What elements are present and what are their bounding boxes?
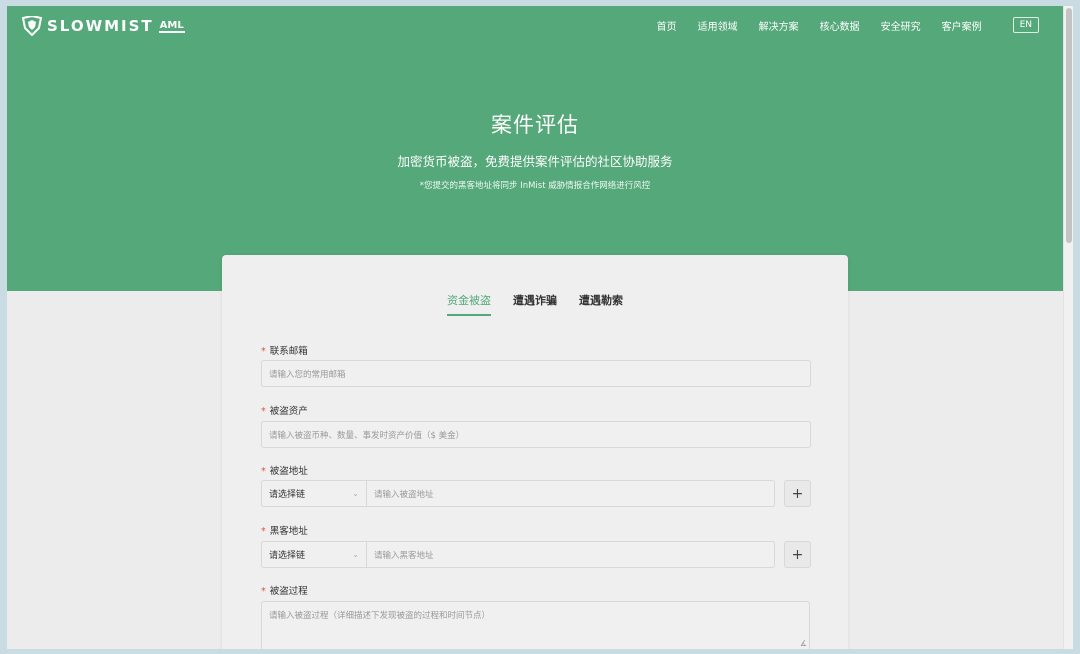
add-stolen-address-button[interactable]: + xyxy=(784,480,811,507)
assets-label: * 被盗资产 xyxy=(261,403,308,417)
required-mark: * xyxy=(261,466,266,477)
required-mark: * xyxy=(261,586,266,597)
resize-handle-icon[interactable]: ∡ xyxy=(800,639,807,648)
hacker-address-label: * 黑客地址 xyxy=(261,523,308,537)
top-nav: 首页 适用领域 解决方案 核心数据 安全研究 客户案例 EN xyxy=(636,17,1039,33)
logo-text: SLOWMIST xyxy=(47,17,154,35)
page-note: *您提交的黑客地址将同步 InMist 威胁情报合作网络进行风控 xyxy=(419,181,651,191)
hacker-address-label-text: 黑客地址 xyxy=(269,526,308,537)
tab-scam[interactable]: 遭遇诈骗 xyxy=(513,292,557,316)
nav-item-solutions[interactable]: 解决方案 xyxy=(759,18,799,33)
required-mark: * xyxy=(261,526,266,537)
assets-field[interactable]: 请输入被盗币种、数量、事发时资产价值（$ 美金） xyxy=(261,421,811,448)
stolen-address-input[interactable]: 请输入被盗地址 xyxy=(366,480,775,507)
page-subtitle: 加密货币被盗，免费提供案件评估的社区协助服务 xyxy=(397,154,673,169)
stolen-address-label: * 被盗地址 xyxy=(261,463,308,477)
assessment-form-card: 资金被盗 遭遇诈骗 遭遇勒索 * 联系邮箱 请输入您的常用邮箱 * 被盗资产 请输入… xyxy=(222,255,848,649)
nav-item-cases[interactable]: 客户案例 xyxy=(942,18,982,33)
logo-mark-icon xyxy=(21,16,43,36)
email-field[interactable]: 请输入您的常用邮箱 xyxy=(261,360,811,387)
hero-banner: SLOWMIST AML 首页 适用领域 解决方案 核心数据 安全研究 客户案例… xyxy=(7,6,1063,291)
required-mark: * xyxy=(261,406,266,417)
hacker-chain-select[interactable]: 请选择链 ⌄ xyxy=(261,541,366,568)
scrollbar-thumb[interactable] xyxy=(1066,8,1072,243)
nav-item-core-data[interactable]: 核心数据 xyxy=(820,18,860,33)
case-type-tabs: 资金被盗 遭遇诈骗 遭遇勒索 xyxy=(222,292,848,316)
page-title: 案件评估 xyxy=(491,113,579,137)
email-label: * 联系邮箱 xyxy=(261,343,308,357)
process-label: * 被盗过程 xyxy=(261,583,308,597)
logo[interactable]: SLOWMIST AML xyxy=(21,16,185,36)
browser-viewport: SLOWMIST AML 首页 适用领域 解决方案 核心数据 安全研究 客户案例… xyxy=(7,6,1073,649)
assets-label-text: 被盗资产 xyxy=(269,406,308,417)
page-scrollbar[interactable] xyxy=(1063,6,1073,649)
process-textarea[interactable]: 请输入被盗过程（详细描述下发现被盗的过程和时间节点） ∡ xyxy=(261,601,810,649)
stolen-chain-select-value: 请选择链 xyxy=(269,490,306,500)
hacker-address-input[interactable]: 请输入黑客地址 xyxy=(366,541,775,568)
logo-badge: AML xyxy=(158,19,185,33)
hacker-chain-select-value: 请选择链 xyxy=(269,551,306,561)
process-placeholder: 请输入被盗过程（详细描述下发现被盗的过程和时间节点） xyxy=(269,611,491,621)
plus-icon: + xyxy=(791,485,804,502)
chevron-down-icon: ⌄ xyxy=(352,489,359,498)
stolen-address-label-text: 被盗地址 xyxy=(269,466,308,477)
tab-extortion[interactable]: 遭遇勒索 xyxy=(579,292,623,316)
plus-icon: + xyxy=(791,546,804,563)
stolen-chain-select[interactable]: 请选择链 ⌄ xyxy=(261,480,366,507)
email-label-text: 联系邮箱 xyxy=(269,346,308,357)
nav-item-home[interactable]: 首页 xyxy=(657,18,677,33)
nav-item-domains[interactable]: 适用领域 xyxy=(698,18,738,33)
nav-item-research[interactable]: 安全研究 xyxy=(881,18,921,33)
language-toggle-button[interactable]: EN xyxy=(1012,17,1039,33)
process-label-text: 被盗过程 xyxy=(269,586,308,597)
add-hacker-address-button[interactable]: + xyxy=(784,541,811,568)
chevron-down-icon: ⌄ xyxy=(352,550,359,559)
required-mark: * xyxy=(261,346,266,357)
tab-funds-stolen[interactable]: 资金被盗 xyxy=(447,292,491,316)
